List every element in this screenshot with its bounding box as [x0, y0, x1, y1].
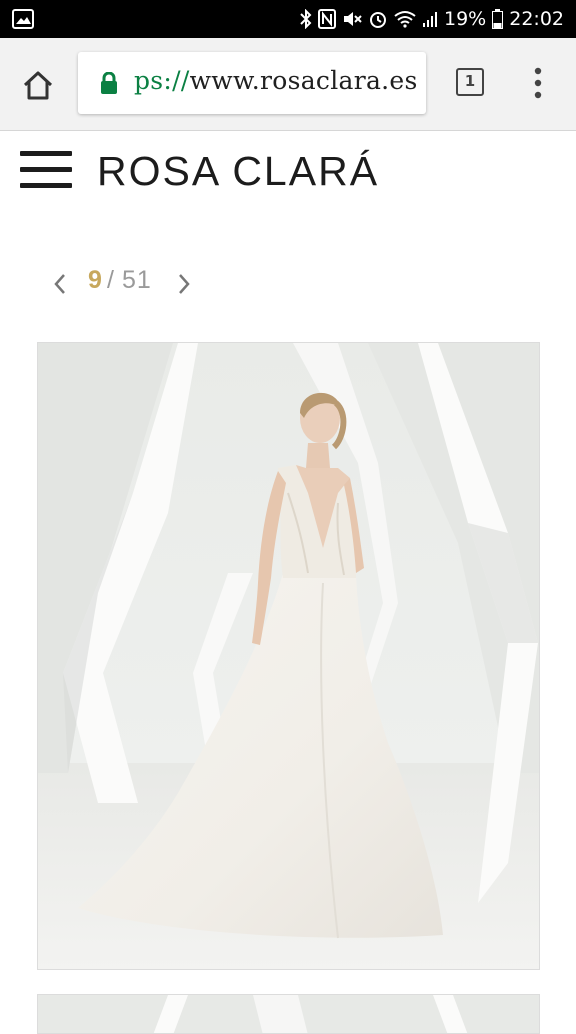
hamburger-menu-icon[interactable] — [20, 151, 74, 191]
more-vertical-icon — [534, 67, 542, 99]
url-text: ps://www.rosaclara.es — [134, 66, 418, 95]
wifi-icon — [394, 10, 416, 28]
url-scheme: ps:// — [134, 66, 190, 95]
url-bar[interactable]: ps://www.rosaclara.es — [78, 52, 426, 114]
browser-menu-button[interactable] — [528, 66, 548, 100]
chevron-right-icon[interactable] — [176, 272, 192, 300]
nfc-icon — [318, 9, 336, 29]
wedding-dress-photo-next — [38, 995, 539, 1033]
status-clock: 22:02 — [509, 8, 564, 30]
battery-percent: 19% — [444, 8, 487, 30]
browser-toolbar: ps://www.rosaclara.es 1 — [0, 38, 576, 131]
tab-switcher-button[interactable]: 1 — [456, 68, 484, 96]
product-photo-next[interactable] — [37, 994, 540, 1034]
bluetooth-icon — [300, 9, 312, 29]
site-logo[interactable]: ROSA CLARÁ — [97, 148, 379, 195]
signal-icon — [422, 10, 438, 28]
pager-separator: / — [107, 266, 114, 294]
battery-icon — [492, 9, 504, 29]
lock-icon — [100, 71, 118, 98]
home-button[interactable] — [20, 67, 56, 103]
mute-icon — [342, 9, 362, 29]
pager-total: 51 — [122, 266, 152, 294]
product-photo[interactable] — [37, 342, 540, 970]
alarm-icon — [368, 9, 388, 29]
status-icons: 19% 22:02 — [300, 6, 564, 32]
status-bar: 19% 22:02 — [0, 0, 576, 38]
url-host: www.rosaclara.es — [189, 66, 418, 95]
chevron-left-icon[interactable] — [52, 272, 68, 300]
home-icon — [23, 71, 53, 100]
pager-current: 9 — [88, 266, 102, 294]
wedding-dress-photo — [38, 343, 539, 969]
gallery-notification-icon — [12, 9, 34, 33]
